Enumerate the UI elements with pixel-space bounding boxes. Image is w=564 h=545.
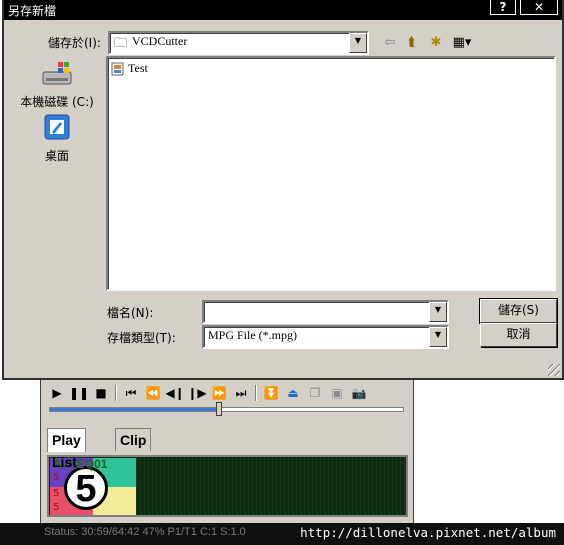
close-button[interactable]: ✕: [520, 0, 558, 15]
view-menu-icon[interactable]: ▦▾: [450, 33, 474, 51]
places-bar: 本機磁碟 (C:) 桌面: [12, 56, 102, 296]
tab-play-list[interactable]: Play List: [47, 428, 86, 470]
help-button[interactable]: ?: [490, 0, 516, 15]
fast-forward-icon[interactable]: ⏩: [209, 383, 229, 403]
file-list[interactable]: Test: [106, 56, 556, 291]
skip-start-icon[interactable]: ⏮: [121, 383, 141, 403]
new-folder-icon[interactable]: ✱: [426, 33, 446, 51]
filetype-select[interactable]: MPG File (*.mpg) ▼: [202, 325, 449, 349]
step-forward-icon[interactable]: ❙▶: [187, 383, 207, 403]
save-in-label: 儲存於(I):: [48, 36, 101, 50]
step-back-icon[interactable]: ◀❙: [165, 383, 185, 403]
chevron-down-icon[interactable]: ▼: [429, 302, 447, 322]
dialog-title: 另存新檔: [8, 4, 57, 18]
rewind-icon[interactable]: ⏪: [143, 383, 163, 403]
watermark: http://dillonelva.pixnet.net/album: [300, 525, 556, 540]
filetype-value: MPG File (*.mpg): [208, 328, 298, 342]
project-file-icon: [111, 62, 124, 75]
mark-out-icon[interactable]: ⏏: [283, 383, 303, 403]
back-arrow-icon[interactable]: ⇦: [380, 33, 400, 51]
stop-icon[interactable]: ■: [91, 383, 111, 403]
tab-clip-list[interactable]: Clip List: [115, 428, 152, 470]
place-label: 本機磁碟 (C:): [20, 95, 94, 109]
seek-thumb[interactable]: [216, 402, 223, 416]
player-window: ▶ ❚❚ ■ ⏮ ⏪ ◀❙ ❙▶ ⏩ ⏭ ⏬ ⏏ ❐ ▣ 📷 Play List…: [40, 372, 414, 545]
filetype-label: 存檔類型(T):: [107, 331, 176, 345]
skip-end-icon[interactable]: ⏭: [231, 383, 251, 403]
filename-field[interactable]: ▼: [202, 300, 449, 324]
save-button[interactable]: 儲存(S): [479, 298, 558, 324]
cancel-button[interactable]: 取消: [480, 323, 557, 347]
chevron-down-icon[interactable]: ▼: [349, 33, 367, 53]
resize-grip[interactable]: [548, 364, 560, 376]
save-as-dialog: 另存新檔 ? ✕ 儲存於(I): 🗀 VCDCutter ▼ ⇦ ⮬ ✱ ▦▾ …: [2, 0, 564, 380]
seek-bar[interactable]: [49, 402, 404, 416]
pause-icon[interactable]: ❚❚: [69, 383, 89, 403]
title-bar: 另存新檔 ? ✕: [4, 0, 562, 20]
play-list-panel: 5 5 5 5 AVSEQ01: [47, 455, 408, 517]
place-local-disk[interactable]: 本機磁碟 (C:): [12, 60, 102, 110]
status-bar: Status: 30:59/64:42 47% P1/T1 C:1 S:1.0 …: [0, 523, 564, 545]
desktop-icon: [44, 114, 70, 140]
thumbnail-side-number: 5: [53, 502, 60, 513]
camera-record-icon[interactable]: ▣: [327, 383, 347, 403]
mark-in-icon[interactable]: ⏬: [261, 383, 281, 403]
player-status: Status: 30:59/64:42 47% P1/T1 C:1 S:1.0: [44, 526, 246, 538]
filename-label: 檔名(N):: [107, 306, 154, 320]
copy-clip-icon[interactable]: ❐: [305, 383, 325, 403]
thumbnail-side-number: 5: [53, 488, 60, 499]
place-label: 桌面: [44, 149, 69, 163]
chevron-down-icon[interactable]: ▼: [429, 327, 447, 347]
player-toolbar: ▶ ❚❚ ■ ⏮ ⏪ ◀❙ ❙▶ ⏩ ⏭ ⏬ ⏏ ❐ ▣ 📷: [47, 383, 407, 405]
folder-icon: 🗀: [114, 36, 128, 51]
seek-progress-fill: [50, 408, 220, 411]
file-name: Test: [128, 61, 148, 75]
up-folder-icon[interactable]: ⮬: [402, 33, 422, 51]
hard-drive-icon: [42, 62, 72, 85]
place-desktop[interactable]: 桌面: [12, 112, 102, 164]
thumbnail-side-number: 5: [53, 472, 60, 483]
list-item[interactable]: Test: [111, 61, 148, 76]
save-in-select[interactable]: 🗀 VCDCutter ▼: [108, 31, 369, 55]
snapshot-camera-icon[interactable]: 📷: [349, 383, 369, 403]
save-in-value: VCDCutter: [132, 34, 188, 48]
play-icon[interactable]: ▶: [47, 383, 67, 403]
